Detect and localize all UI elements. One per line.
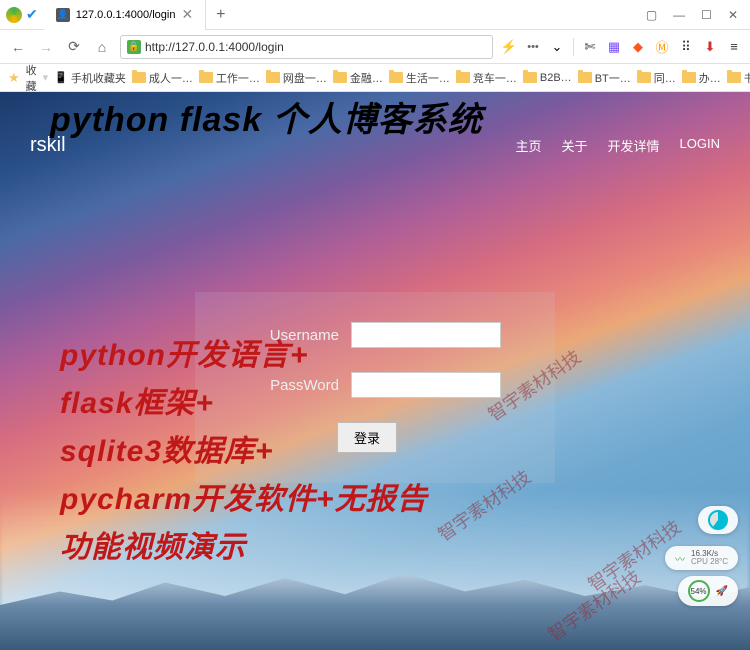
folder-icon <box>389 72 403 83</box>
bookmark-item[interactable]: 📱手机收藏夹 <box>54 70 126 86</box>
wave-icon: 〰 <box>675 551 685 566</box>
home-button[interactable]: ⌂ <box>92 37 112 57</box>
tech-line: pycharm开发软件+无报告 <box>60 476 428 524</box>
system-widget-mem[interactable]: 54% 🚀 <box>678 576 738 606</box>
bookmark-item[interactable]: 金融… <box>333 70 383 86</box>
tech-line: sqlite3数据库+ <box>60 428 428 476</box>
extensions: ✄ ▦ ◆ Ⓜ ⠿ ⬇ ≡ <box>582 39 742 55</box>
folder-icon <box>456 72 470 83</box>
reload-button[interactable]: ⟳ <box>64 37 84 57</box>
bookmark-item[interactable]: 办… <box>682 70 721 86</box>
grid-ext-icon[interactable]: ▦ <box>606 39 622 55</box>
shield-ext-icon[interactable]: ◆ <box>630 39 646 55</box>
url-text: http://127.0.0.1:4000/login <box>145 40 284 54</box>
bookmark-item[interactable]: 同… <box>637 70 676 86</box>
tech-line: 功能视频演示 <box>60 524 428 572</box>
url-input[interactable]: 🔒 http://127.0.0.1:4000/login <box>120 35 493 59</box>
menu-icon[interactable]: ≡ <box>726 39 742 55</box>
overlay-tech-stack: python开发语言+ flask框架+ sqlite3数据库+ pycharm… <box>60 332 428 572</box>
minimize-icon[interactable]: — <box>673 8 685 22</box>
tab-close-icon[interactable]: ✕ <box>181 6 193 23</box>
folder-icon <box>333 72 347 83</box>
divider <box>573 38 574 56</box>
rocket-icon: 🚀 <box>716 586 728 597</box>
favicon-icon: 👤 <box>56 8 70 22</box>
download-icon[interactable]: ⬇ <box>702 39 718 55</box>
bookmark-bar: ★ 收藏 ▾ 📱手机收藏夹 成人一… 工作一… 网盘一… 金融… 生活一… 竞车… <box>0 64 750 92</box>
tech-line: python开发语言+ <box>60 332 428 380</box>
restore-down-icon[interactable]: ▢ <box>646 8 657 22</box>
folder-icon <box>637 72 651 83</box>
percent-gauge-icon: 54% <box>688 580 710 602</box>
favorites-star-icon[interactable]: ★ <box>8 70 20 86</box>
system-widget-disk[interactable] <box>698 506 738 534</box>
bookmark-item[interactable]: 工作一… <box>199 70 260 86</box>
tech-line: flask框架+ <box>60 380 428 428</box>
bookmark-item[interactable]: 竞车一… <box>456 70 517 86</box>
dropdown-icon[interactable]: ⌄ <box>549 39 565 55</box>
bookmark-item[interactable]: 网盘一… <box>266 70 327 86</box>
folder-icon <box>132 72 146 83</box>
lock-icon: 🔒 <box>127 40 141 54</box>
folder-icon <box>727 72 741 83</box>
maximize-icon[interactable]: ☐ <box>701 8 712 22</box>
address-bar: ← → ⟳ ⌂ 🔒 http://127.0.0.1:4000/login ⚡ … <box>0 30 750 64</box>
folder-icon <box>578 72 592 83</box>
browser-titlebar: ✔ 👤 127.0.0.1:4000/login ✕ + ▢ — ☐ ✕ <box>0 0 750 30</box>
bookmark-item[interactable]: 生活一… <box>389 70 450 86</box>
bookmark-item[interactable]: B2B… <box>523 72 572 84</box>
tab-title: 127.0.0.1:4000/login <box>76 9 176 21</box>
bookmark-item[interactable]: BT一… <box>578 70 631 86</box>
cpu-temp: CPU 28°C <box>691 558 728 566</box>
back-button[interactable]: ← <box>8 37 28 57</box>
folder-icon <box>682 72 696 83</box>
close-window-icon[interactable]: ✕ <box>728 8 738 22</box>
more-icon[interactable]: ••• <box>525 39 541 55</box>
browser-logo-360: ✔ <box>0 6 44 23</box>
apps-icon[interactable]: ⠿ <box>678 39 694 55</box>
folder-icon <box>266 72 280 83</box>
gauge-icon <box>708 510 728 530</box>
overlay-title: python flask 个人博客系统 <box>50 92 730 141</box>
bookmark-item[interactable]: 成人一… <box>132 70 193 86</box>
system-widget-cpu[interactable]: 〰 16.3K/sCPU 28°C <box>665 546 738 570</box>
favorites-label[interactable]: 收藏 <box>26 64 37 92</box>
browser-tab[interactable]: 👤 127.0.0.1:4000/login ✕ <box>44 0 206 30</box>
forward-button[interactable]: → <box>36 37 56 57</box>
folder-icon <box>199 72 213 83</box>
page-content: python flask 个人博客系统 rskil 主页 关于 开发详情 LOG… <box>0 92 750 650</box>
new-tab-button[interactable]: + <box>206 6 235 24</box>
scissors-icon[interactable]: ✄ <box>582 39 598 55</box>
window-controls: ▢ — ☐ ✕ <box>634 8 750 22</box>
bookmark-item[interactable]: 书… <box>727 70 750 86</box>
money-ext-icon[interactable]: Ⓜ <box>654 39 670 55</box>
folder-icon <box>523 72 537 83</box>
speed-icon[interactable]: ⚡ <box>501 39 517 55</box>
